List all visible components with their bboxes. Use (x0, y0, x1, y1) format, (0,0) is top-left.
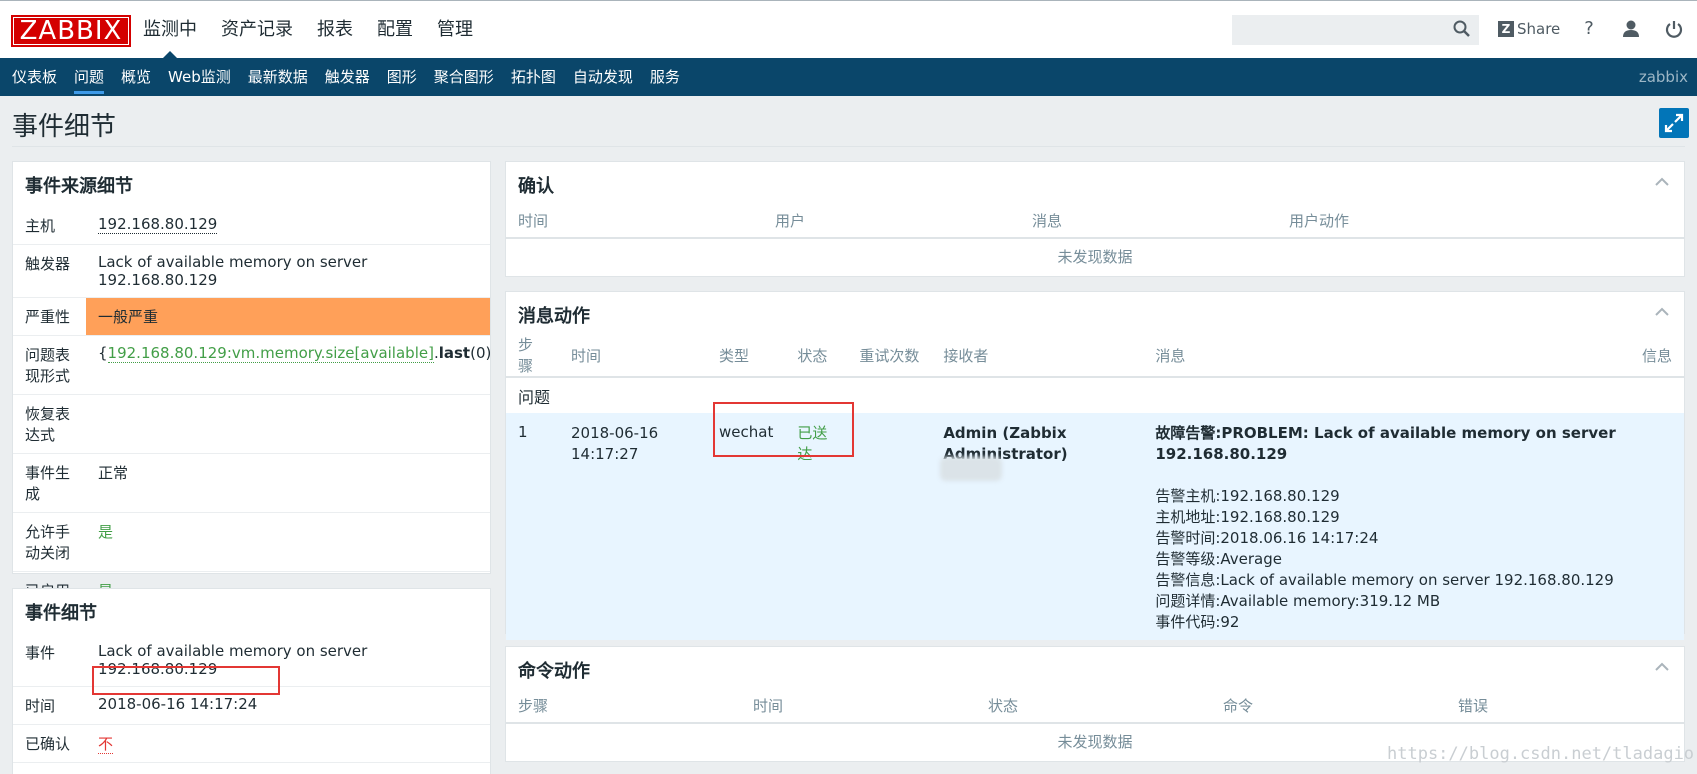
sub-nav-screens[interactable]: 聚合图形 (434, 58, 494, 96)
chevron-up-icon[interactable] (1652, 657, 1672, 677)
source-details-panel: 事件来源细节 主机 192.168.80.129 触发器 Lack of ava… (12, 161, 491, 610)
severity-value: 一般严重 (86, 297, 490, 336)
ack-col-user: 用户 (763, 204, 1020, 239)
redacted-recipient (940, 457, 1002, 481)
ack-col-message: 消息 (1020, 204, 1277, 239)
sub-nav-web[interactable]: Web监测 (168, 58, 231, 96)
source-details-title: 事件来源细节 (25, 176, 133, 197)
msg-col-retries: 重试次数 (847, 334, 932, 378)
msg-col-info: 信息 (1413, 334, 1684, 378)
main-nav-reports[interactable]: 报表 (317, 1, 353, 59)
expression-item-link[interactable]: 192.168.80.129:vm.memory.size[available] (107, 344, 434, 363)
sub-nav-latest-data[interactable]: 最新数据 (248, 58, 308, 96)
cmd-col-command: 命令 (1211, 689, 1446, 724)
source-details-table: 主机 192.168.80.129 触发器 Lack of available … (13, 207, 490, 610)
recovery-label: 恢复表达式 (13, 394, 86, 454)
host-label: 主机 (13, 207, 86, 245)
tags-label: 标记 (13, 762, 86, 774)
event-details-title: 事件细节 (25, 603, 97, 624)
msg-col-status: 状态 (785, 334, 848, 378)
ack-link[interactable]: 不 (98, 735, 114, 754)
highlight-box-type-status (713, 402, 854, 457)
page-title: 事件细节 (12, 112, 117, 142)
watermark: https://blog.csdn.net/tladagio (1387, 744, 1695, 764)
sub-nav: 仪表板 问题 概览 Web监测 最新数据 触发器 图形 聚合图形 拓扑图 自动发… (0, 58, 1697, 96)
sub-nav-triggers[interactable]: 触发器 (325, 58, 370, 96)
sub-nav-problems[interactable]: 问题 (74, 58, 105, 96)
share-button[interactable]: Z Share (1498, 19, 1560, 39)
manual-close-label: 允许手动关闭 (13, 512, 86, 572)
message-actions-title: 消息动作 (518, 306, 590, 327)
ack-col-time: 时间 (506, 204, 763, 239)
sub-nav-graphs[interactable]: 图形 (387, 58, 417, 96)
event-gen-value: 正常 (86, 453, 490, 513)
ack-no-data: 未发现数据 (1057, 248, 1133, 266)
trigger-value: Lack of available memory on server 192.1… (86, 244, 490, 298)
ack-col-user-action: 用户动作 (1277, 204, 1684, 239)
message-actions-panel: 消息动作 步骤 时间 类型 状态 重试次数 接收者 消息 信息 问题 1 201… (505, 291, 1685, 640)
title-divider (12, 146, 1685, 147)
severity-label: 严重性 (13, 297, 86, 336)
msg-group-label: 问题 (518, 387, 551, 407)
command-actions-title: 命令动作 (518, 661, 590, 682)
cmd-col-status: 状态 (976, 689, 1211, 724)
expression-label: 问题表现形式 (13, 335, 86, 395)
zabbix-logo[interactable]: ZABBIX (11, 15, 131, 47)
chevron-up-icon[interactable] (1652, 302, 1672, 322)
main-nav-monitoring[interactable]: 监测中 (143, 1, 197, 59)
user-icon[interactable] (1620, 18, 1642, 40)
msg-message: 故障告警:PROBLEM: Lack of available memory o… (1155, 424, 1616, 631)
server-name: zabbix (1638, 68, 1688, 86)
msg-retries (847, 413, 931, 640)
manual-close-value: 是 (86, 512, 490, 572)
host-link[interactable]: 192.168.80.129 (98, 215, 218, 234)
acknowledge-panel: 确认 时间 用户 消息 用户动作 未发现数据 (505, 161, 1685, 277)
tags-value (86, 762, 490, 774)
main-nav-inventory[interactable]: 资产记录 (221, 1, 293, 59)
sub-nav-discovery[interactable]: 自动发现 (573, 58, 633, 96)
main-nav-administration[interactable]: 管理 (437, 1, 473, 59)
event-label: 事件 (13, 634, 86, 687)
search-icon[interactable] (1452, 19, 1472, 39)
msg-time: 2018-06-16 14:17:27 (571, 424, 659, 463)
search-input[interactable] (1232, 15, 1479, 45)
sub-nav-overview[interactable]: 概览 (121, 58, 151, 96)
msg-col-message: 消息 (1143, 334, 1414, 378)
cmd-col-step: 步骤 (506, 689, 741, 724)
msg-col-type: 类型 (707, 334, 786, 378)
trigger-label: 触发器 (13, 244, 86, 298)
fullscreen-icon[interactable] (1659, 108, 1689, 138)
msg-col-recipient: 接收者 (931, 334, 1144, 378)
chevron-up-icon[interactable] (1652, 172, 1672, 192)
expression-value: {192.168.80.129:vm.memory.size[available… (86, 335, 490, 395)
highlight-box-time (92, 666, 280, 695)
help-icon[interactable]: ? (1578, 18, 1600, 40)
acknowledge-table: 时间 用户 消息 用户动作 未发现数据 (506, 204, 1684, 274)
event-gen-label: 事件生成 (13, 453, 86, 513)
cmd-col-error: 错误 (1446, 689, 1684, 724)
msg-col-step: 步骤 (506, 334, 559, 378)
msg-recipient: Admin (Zabbix Administrator) (943, 424, 1068, 463)
table-row: 1 2018-06-16 14:17:27 wechat 已送达 Admin (Z… (506, 413, 1684, 640)
message-actions-table: 步骤 时间 类型 状态 重试次数 接收者 消息 信息 问题 1 2018-06-… (506, 334, 1684, 640)
main-nav: 监测中 资产记录 报表 配置 管理 (143, 1, 497, 59)
recovery-value (86, 394, 490, 454)
zabbix-share-icon: Z (1498, 21, 1514, 37)
msg-col-time: 时间 (559, 334, 707, 378)
ack-label: 已确认 (13, 724, 86, 763)
sub-nav-services[interactable]: 服务 (650, 58, 680, 96)
sub-nav-dashboard[interactable]: 仪表板 (12, 58, 57, 96)
share-label: Share (1517, 20, 1561, 38)
acknowledge-title: 确认 (518, 176, 554, 197)
cmd-col-time: 时间 (741, 689, 976, 724)
time-label: 时间 (13, 686, 86, 725)
event-details-table: 事件 Lack of available memory on server 19… (13, 634, 490, 774)
sub-nav-maps[interactable]: 拓扑图 (511, 58, 556, 96)
power-icon[interactable] (1663, 18, 1685, 40)
main-nav-configuration[interactable]: 配置 (377, 1, 413, 59)
msg-step: 1 (518, 423, 528, 441)
